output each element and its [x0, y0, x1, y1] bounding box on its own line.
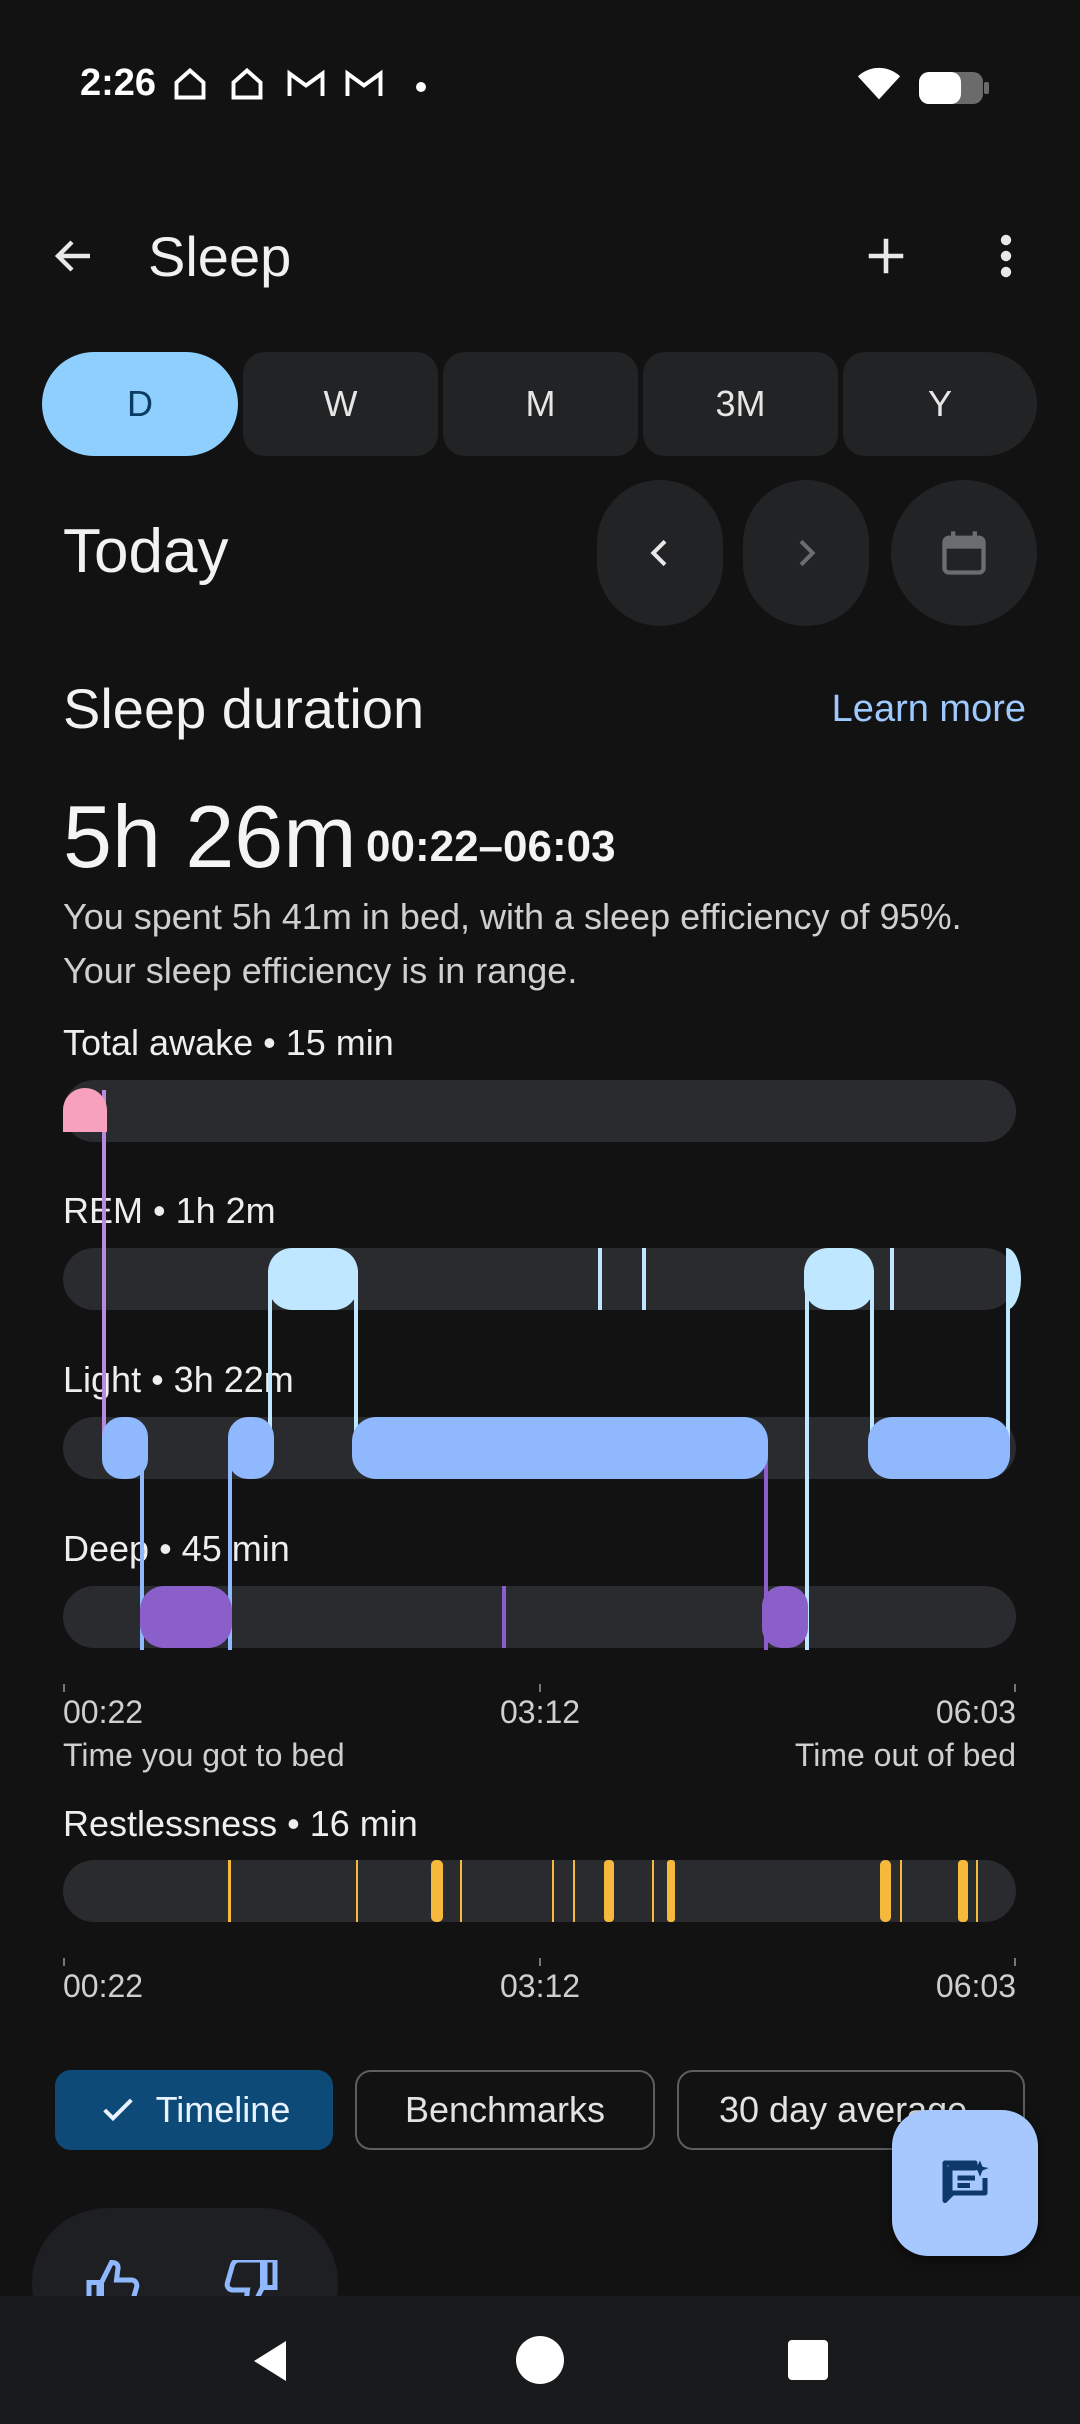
chat-sparkle-icon [942, 2160, 989, 2203]
period-month[interactable]: M [443, 352, 638, 456]
restless-mark [228, 1860, 231, 1922]
restless-mark [880, 1860, 891, 1922]
chip-timeline-label: Timeline [155, 2089, 291, 2130]
period-year[interactable]: Y [843, 352, 1037, 456]
calendar-button[interactable] [891, 480, 1037, 626]
light-segment [228, 1417, 274, 1479]
ai-assistant-button[interactable] [892, 2110, 1038, 2256]
status-bar: 2:26 [0, 0, 1080, 170]
restless-axis-end: 06:03 [935, 1968, 1016, 2004]
restless-axis-start: 00:22 [63, 1968, 144, 2004]
dot-icon [416, 82, 426, 92]
back-arrow-icon[interactable] [44, 226, 104, 286]
restless-mark [431, 1860, 443, 1922]
axis-mid-time: 03:12 [500, 1694, 581, 1730]
axis-end-time: 06:03 [935, 1694, 1016, 1730]
sleep-summary: You spent 5h 41m in bed, with a sleep ef… [63, 896, 962, 991]
restless-mark [460, 1860, 462, 1922]
deep-segment [762, 1586, 808, 1648]
rem-segment [642, 1248, 646, 1310]
gmail-icon [286, 66, 326, 111]
axis-tick [63, 1958, 65, 1966]
rem-segment [268, 1248, 358, 1310]
deep-segment [140, 1586, 232, 1648]
restless-mark [552, 1860, 554, 1922]
add-icon[interactable] [856, 226, 916, 286]
axis-tick [539, 1684, 541, 1692]
page-title-text: Sleep [148, 225, 292, 288]
more-vert-icon[interactable] [976, 226, 1036, 286]
restless-mark [900, 1860, 902, 1922]
status-time: 2:26 [80, 62, 157, 104]
chevron-left-icon [650, 539, 667, 567]
previous-day-button[interactable] [597, 480, 723, 626]
restless-mark [604, 1860, 614, 1922]
rem-segment [1006, 1248, 1021, 1310]
out-of-bed-caption: Time out of bed [794, 1737, 1016, 1773]
chevron-right-icon [799, 539, 816, 567]
nav-recents-icon[interactable] [788, 2340, 828, 2380]
period-week[interactable]: W [243, 352, 438, 456]
connector [805, 1270, 809, 1650]
light-segment [352, 1417, 768, 1479]
learn-more-link[interactable]: Learn more [832, 688, 1026, 731]
next-day-button[interactable] [743, 480, 869, 626]
restless-mark [958, 1860, 968, 1922]
rem-segment [804, 1248, 874, 1310]
check-icon [102, 2098, 133, 2122]
nav-back-icon[interactable] [246, 2336, 294, 2386]
rem-segment [890, 1248, 894, 1310]
sleep-time-range: 00:22–06:03 [366, 822, 616, 871]
restless-mark [573, 1860, 575, 1922]
restlessness-label: Restlessness • 16 min [63, 1803, 418, 1844]
restless-mark [652, 1860, 654, 1922]
nav-home-icon[interactable] [516, 2336, 564, 2384]
date-label: Today [63, 517, 229, 586]
chip-timeline[interactable]: Timeline [55, 2070, 333, 2150]
restless-mark [667, 1860, 675, 1922]
axis-start-time: 00:22 [63, 1694, 144, 1730]
hypnogram-chart [63, 1088, 1021, 1650]
rem-segment [598, 1248, 602, 1310]
light-segment [868, 1417, 1010, 1479]
restless-mark [356, 1860, 358, 1922]
restless-axis-mid: 03:12 [500, 1968, 581, 2004]
battery-icon [918, 70, 990, 111]
awake-segment [63, 1088, 107, 1132]
axis-tick [1014, 1958, 1016, 1966]
connector [102, 1090, 106, 1450]
deep-segment [502, 1586, 506, 1648]
gmail-icon [344, 66, 384, 111]
system-nav-bar [0, 2296, 1080, 2424]
restlessness-marks [228, 1860, 978, 1922]
chip-benchmarks[interactable]: Benchmarks [355, 2070, 655, 2150]
restless-mark [976, 1860, 978, 1922]
stage-awake-label: Total awake • 15 min [63, 1022, 394, 1063]
bed-time-caption: Time you got to bed [63, 1737, 345, 1773]
calendar-icon [942, 531, 986, 575]
period-day[interactable]: D [42, 352, 238, 456]
axis-tick [63, 1684, 65, 1692]
home-icon [229, 66, 265, 111]
home-icon [172, 66, 208, 111]
period-3month[interactable]: 3M [643, 352, 838, 456]
axis-tick [1014, 1684, 1016, 1692]
wifi-icon [856, 64, 902, 113]
section-title: Sleep duration [63, 677, 425, 740]
sleep-duration-value: 5h 26m [63, 787, 357, 886]
light-segment [102, 1417, 148, 1479]
axis-tick [539, 1958, 541, 1966]
